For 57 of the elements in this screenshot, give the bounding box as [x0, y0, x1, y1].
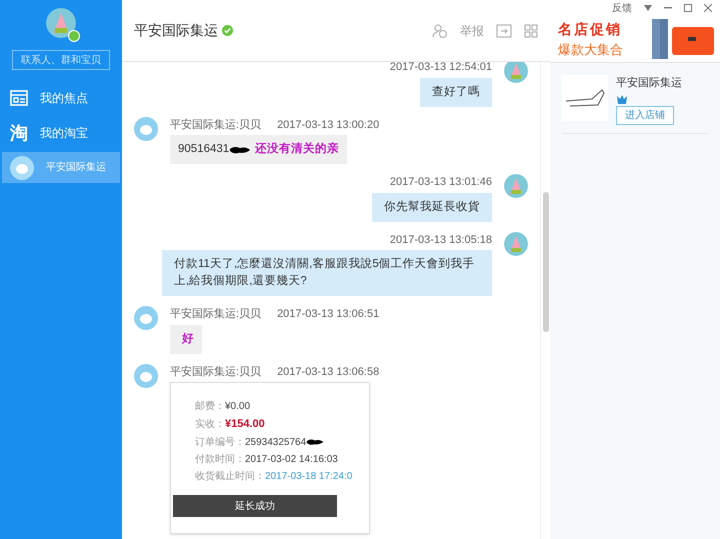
order-label: 实收： [195, 418, 225, 432]
feedback-link[interactable]: 反馈 [612, 0, 632, 16]
order-label: 邮费： [195, 400, 225, 414]
sent-bubble: 你先幫我延長收貨 [372, 192, 492, 222]
avatar [46, 8, 76, 38]
ad-title: 名店促销 [558, 20, 623, 39]
taobao-icon: 淘 [10, 124, 28, 142]
close-icon[interactable] [704, 4, 712, 12]
order-label: 收货截止时间： [195, 470, 265, 484]
order-value: ¥154.00 [225, 417, 265, 432]
dropdown-icon[interactable] [644, 5, 652, 11]
message-text: 还没有清关的亲 [255, 141, 340, 157]
sidebar-item[interactable]: 我的焦点 [2, 82, 120, 113]
avatar [134, 116, 158, 140]
order-value: 2017-03-18 17:24:0 [265, 470, 352, 484]
avatar [134, 364, 158, 388]
online-badge [68, 30, 80, 42]
message-time: 2017-03-13 13:00:20 [277, 118, 380, 132]
avatar [134, 306, 158, 330]
message-time: 2017-03-13 13:06:51 [277, 307, 380, 322]
sent-bubble: 查好了嗎 [420, 78, 492, 106]
avatar [504, 232, 528, 256]
sender-name: 平安国际集运:贝贝 [170, 364, 262, 380]
crown-icon [616, 94, 628, 104]
ad-subtitle: 爆款大集合 [558, 40, 623, 59]
add-person-icon[interactable] [432, 22, 448, 38]
sender-name: 平安国际集运:贝贝 [170, 306, 262, 322]
sender-name: 平安国际集运:贝贝 [170, 118, 262, 132]
maximize-icon[interactable] [684, 4, 692, 12]
grid-icon[interactable] [524, 24, 538, 38]
enter-shop-button[interactable]: 进入店铺 [616, 106, 674, 124]
shop-name: 平安国际集运 [616, 76, 682, 91]
order-label: 订单编号： [195, 436, 245, 450]
minimize-icon[interactable] [664, 7, 672, 9]
message-text: 好 [182, 332, 194, 346]
message-time: 2017-03-13 13:01:46 [390, 175, 492, 190]
contact-avatar [10, 156, 34, 180]
toast: 延长成功 [173, 495, 337, 517]
chat-title: 平安国际集运 [134, 21, 218, 40]
message-time: 2017-03-13 13:06:58 [277, 364, 380, 380]
order-value: ¥0.00 [225, 400, 250, 414]
sidebar-item[interactable]: 平安国际集运 [2, 152, 120, 183]
message-time: 2017-03-13 13:05:18 [390, 232, 492, 248]
order-value: 2017-03-02 14:16:03 [245, 452, 338, 466]
order-label: 付款时间： [195, 452, 245, 466]
shop-logo [562, 75, 608, 121]
sidebar-item[interactable]: 淘 我的淘宝 [2, 117, 120, 148]
sent-bubble: 付款11天了,怎麼還沒清關,客服跟我說5個工作天會到我手上,給我個期限,還要幾天? [162, 250, 492, 296]
ad-banner[interactable]: 名店促销 爆款大集合 [550, 16, 720, 62]
avatar [504, 62, 528, 83]
avatar [504, 174, 528, 198]
order-value: 25934325764 [245, 436, 306, 450]
news-icon [10, 90, 28, 106]
search-field[interactable]: 联系人、群和宝贝 [12, 50, 110, 70]
message-time: 2017-03-13 12:54:01 [390, 62, 492, 75]
message-text: 90516431 [178, 142, 230, 157]
report-button[interactable]: 举报 [460, 22, 484, 40]
